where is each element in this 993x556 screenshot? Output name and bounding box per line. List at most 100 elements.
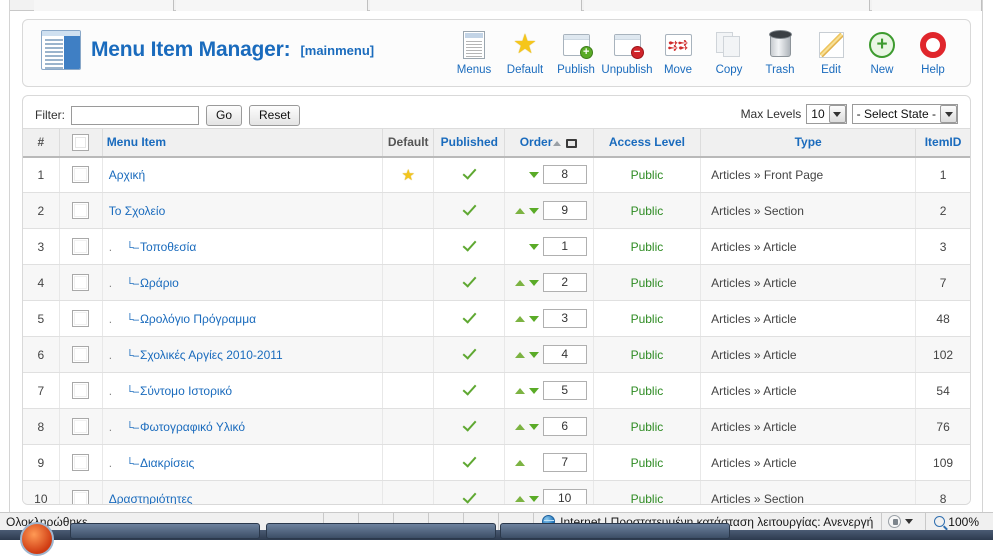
zoom-control[interactable]: 100%	[925, 513, 987, 530]
access-level-link[interactable]: Public	[631, 204, 664, 218]
published-check-icon[interactable]	[462, 310, 477, 325]
reset-button[interactable]: Reset	[249, 105, 300, 126]
move-up-arrow-icon[interactable]	[515, 424, 525, 430]
access-level-link[interactable]: Public	[631, 312, 664, 326]
menu-item-link[interactable]: Διακρίσεις	[140, 456, 194, 470]
menu-item-link[interactable]: Ωράριο	[140, 276, 179, 290]
move-up-arrow-icon[interactable]	[515, 460, 525, 466]
browser-tab[interactable]	[176, 0, 368, 11]
access-level-link[interactable]: Public	[631, 348, 664, 362]
access-level-link[interactable]: Public	[631, 168, 664, 182]
order-input[interactable]: 2	[543, 273, 587, 292]
order-input[interactable]: 4	[543, 345, 587, 364]
toolbar-button-trash[interactable]: Trash	[755, 26, 805, 76]
menu-item-link[interactable]: Φωτογραφικό Υλικό	[140, 420, 245, 434]
access-level-link[interactable]: Public	[631, 492, 664, 506]
row-checkbox[interactable]	[72, 238, 89, 255]
browser-tab[interactable]	[584, 0, 870, 11]
move-up-arrow-icon[interactable]	[515, 388, 525, 394]
order-input[interactable]: 10	[543, 489, 587, 505]
row-checkbox[interactable]	[72, 418, 89, 435]
order-input[interactable]: 8	[543, 165, 587, 184]
max-levels-select[interactable]: 10	[806, 104, 846, 124]
go-button[interactable]: Go	[206, 105, 242, 126]
taskbar-button[interactable]	[70, 523, 260, 539]
browser-tab[interactable]	[34, 0, 174, 11]
published-check-icon[interactable]	[462, 202, 477, 217]
column-header-menu-item[interactable]: Menu Item	[102, 129, 383, 157]
published-check-icon[interactable]	[462, 454, 477, 469]
move-down-arrow-icon[interactable]	[529, 172, 539, 178]
order-input[interactable]: 1	[543, 237, 587, 256]
toolbar-button-unpublish[interactable]: − Unpublish	[602, 26, 652, 76]
order-input[interactable]: 9	[543, 201, 587, 220]
taskbar-button[interactable]	[266, 523, 496, 539]
default-star-icon[interactable]: ★	[401, 167, 414, 184]
move-up-arrow-icon[interactable]	[515, 208, 525, 214]
move-down-arrow-icon[interactable]	[529, 388, 539, 394]
order-input[interactable]: 6	[543, 417, 587, 436]
order-input[interactable]: 3	[543, 309, 587, 328]
order-input[interactable]: 5	[543, 381, 587, 400]
toolbar-button-move[interactable]: ➻ ➺ ➺ ➻ Move	[653, 26, 703, 76]
browser-tab[interactable]	[872, 0, 982, 11]
move-down-arrow-icon[interactable]	[529, 424, 539, 430]
move-down-arrow-icon[interactable]	[529, 316, 539, 322]
column-header-access-level[interactable]: Access Level	[593, 129, 700, 157]
toolbar-button-copy[interactable]: Copy	[704, 26, 754, 76]
published-check-icon[interactable]	[462, 274, 477, 289]
select-all-checkbox[interactable]	[72, 134, 89, 151]
menu-item-link[interactable]: Αρχική	[109, 168, 145, 182]
browser-tab[interactable]	[370, 0, 582, 11]
move-down-arrow-icon[interactable]	[529, 496, 539, 502]
toolbar-button-default[interactable]: ★ Default	[500, 26, 550, 76]
row-checkbox[interactable]	[72, 346, 89, 363]
search-input[interactable]	[71, 106, 199, 125]
access-level-link[interactable]: Public	[631, 420, 664, 434]
row-checkbox[interactable]	[72, 382, 89, 399]
start-orb-icon[interactable]	[20, 522, 54, 556]
menu-item-link[interactable]: Τοποθεσία	[140, 240, 196, 254]
column-header-published[interactable]: Published	[434, 129, 505, 157]
published-check-icon[interactable]	[462, 490, 477, 505]
published-check-icon[interactable]	[462, 346, 477, 361]
select-state-dropdown[interactable]: - Select State -	[852, 104, 958, 124]
toolbar-button-edit[interactable]: Edit	[806, 26, 856, 76]
access-level-link[interactable]: Public	[631, 240, 664, 254]
toolbar-button-new[interactable]: + New	[857, 26, 907, 76]
row-checkbox[interactable]	[72, 490, 89, 505]
access-level-link[interactable]: Public	[631, 276, 664, 290]
move-up-arrow-icon[interactable]	[515, 316, 525, 322]
column-header-order[interactable]: Order	[505, 129, 593, 157]
row-checkbox[interactable]	[72, 202, 89, 219]
menu-item-link[interactable]: Το Σχολείο	[109, 204, 166, 218]
menu-item-link[interactable]: Σχολικές Αργίες 2010-2011	[140, 348, 283, 362]
published-check-icon[interactable]	[462, 166, 477, 181]
move-down-arrow-icon[interactable]	[529, 280, 539, 286]
published-check-icon[interactable]	[462, 418, 477, 433]
column-header-type[interactable]: Type	[701, 129, 916, 157]
toolbar-button-publish[interactable]: + Publish	[551, 26, 601, 76]
toolbar-button-menus[interactable]: Menus	[449, 26, 499, 76]
toolbar-button-help[interactable]: Help	[908, 26, 958, 76]
move-down-arrow-icon[interactable]	[529, 244, 539, 250]
menu-item-link[interactable]: Δραστηριότητες	[109, 492, 193, 506]
row-checkbox[interactable]	[72, 310, 89, 327]
menu-item-link[interactable]: Σύντομο Ιστορικό	[140, 384, 232, 398]
order-input[interactable]: 7	[543, 453, 587, 472]
row-checkbox[interactable]	[72, 166, 89, 183]
access-level-link[interactable]: Public	[631, 384, 664, 398]
move-up-arrow-icon[interactable]	[515, 496, 525, 502]
published-check-icon[interactable]	[462, 238, 477, 253]
privacy-settings-button[interactable]	[881, 513, 919, 530]
move-down-arrow-icon[interactable]	[529, 208, 539, 214]
menu-item-link[interactable]: Ωρολόγιο Πρόγραμμα	[140, 312, 256, 326]
row-checkbox[interactable]	[72, 454, 89, 471]
row-checkbox[interactable]	[72, 274, 89, 291]
move-up-arrow-icon[interactable]	[515, 352, 525, 358]
published-check-icon[interactable]	[462, 382, 477, 397]
save-order-icon[interactable]	[565, 137, 578, 149]
move-down-arrow-icon[interactable]	[529, 352, 539, 358]
move-up-arrow-icon[interactable]	[515, 280, 525, 286]
access-level-link[interactable]: Public	[631, 456, 664, 470]
